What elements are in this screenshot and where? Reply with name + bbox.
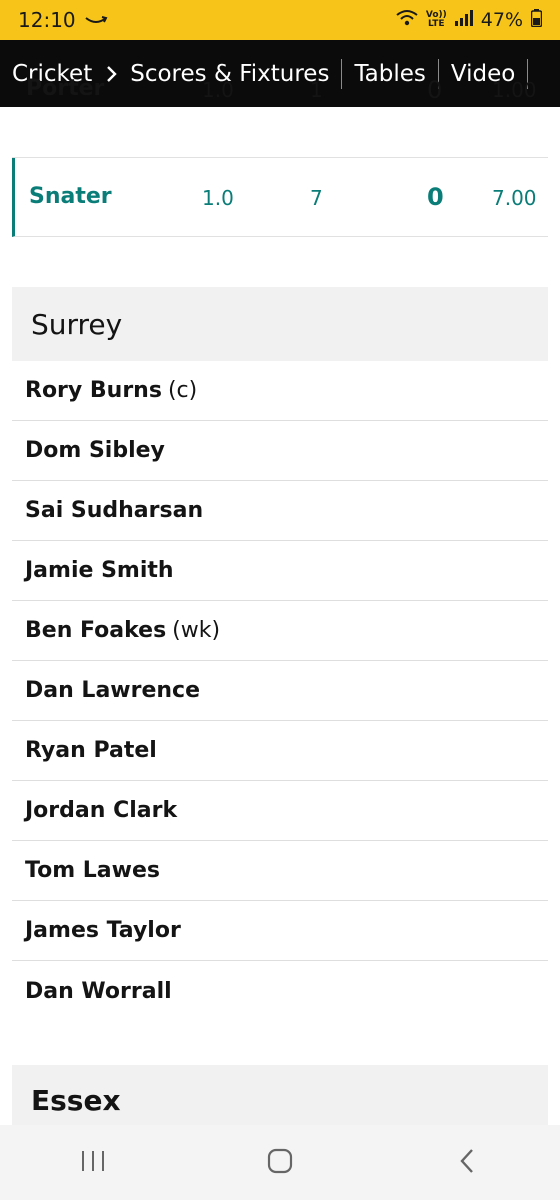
home-icon [267, 1148, 293, 1178]
player-name: Ryan Patel [25, 738, 157, 763]
back-button[interactable] [437, 1143, 497, 1183]
recent-apps-icon [80, 1149, 106, 1177]
status-right: Vo)) LTE 47% [396, 8, 543, 32]
status-bar: 12:10 Vo)) LTE 47% [0, 0, 560, 40]
list-item[interactable]: Rory Burns (c) [12, 361, 548, 421]
list-item[interactable]: Ben Foakes (wk) [12, 601, 548, 661]
bowler-overs: 1.0 [202, 186, 234, 210]
list-item[interactable]: Dan Lawrence [12, 661, 548, 721]
signal-icon [454, 9, 473, 31]
system-navigation-bar [0, 1125, 560, 1200]
player-name: Jamie Smith [25, 558, 174, 583]
list-item[interactable]: Tom Lawes [12, 841, 548, 901]
status-time: 12:10 [18, 8, 76, 32]
wifi-icon [396, 9, 418, 32]
list-item[interactable]: Jordan Clark [12, 781, 548, 841]
captain-tag: (c) [167, 378, 198, 403]
list-item[interactable]: Dom Sibley [12, 421, 548, 481]
surrey-player-list: Rory Burns (c) Dom Sibley Sai Sudharsan J… [0, 361, 560, 1021]
recent-apps-button[interactable] [63, 1143, 123, 1183]
list-item[interactable]: Ryan Patel [12, 721, 548, 781]
notification-icon [84, 8, 108, 32]
back-icon [459, 1148, 475, 1178]
bowler-overs: 1.0 [202, 78, 234, 102]
list-item[interactable]: Dan Worrall [12, 961, 548, 1021]
bowler-economy: 1.00 [492, 78, 537, 102]
player-name: Dan Worrall [25, 978, 172, 1004]
bowler-wickets: 0 [427, 76, 443, 104]
player-name: Ben Foakes [25, 618, 167, 643]
wicketkeeper-tag: (wk) [172, 618, 221, 643]
player-name: Tom Lawes [25, 858, 160, 883]
bowler-runs: 1 [310, 78, 323, 102]
player-name: Jordan Clark [25, 798, 178, 823]
volte-icon: Vo)) LTE [426, 11, 447, 29]
team-header-surrey: Surrey [12, 287, 548, 361]
list-item[interactable]: James Taylor [12, 901, 548, 961]
player-name: Sai Sudharsan [25, 498, 204, 523]
player-name: Dan Lawrence [25, 678, 201, 703]
list-item[interactable]: Jamie Smith [12, 541, 548, 601]
player-name: Dom Sibley [25, 438, 165, 463]
home-button[interactable] [250, 1143, 310, 1183]
bowling-row-porter: Porter 1.0 1 0 1.00 [12, 76, 548, 158]
player-name: James Taylor [25, 918, 181, 943]
bowler-runs: 7 [310, 186, 323, 210]
bowling-row-snater: Snater 1.0 7 0 7.00 [12, 158, 548, 237]
player-name: Rory Burns [25, 378, 162, 403]
status-left: 12:10 [18, 8, 108, 32]
list-item[interactable]: Sai Sudharsan [12, 481, 548, 541]
bowler-name[interactable]: Porter [26, 76, 104, 101]
bowler-economy: 7.00 [492, 186, 537, 210]
battery-icon [530, 8, 543, 32]
bowler-wickets: 0 [427, 183, 444, 211]
volte-bottom: LTE [428, 19, 445, 29]
battery-percent: 47% [480, 9, 523, 31]
scorecard-content: Porter 1.0 1 0 1.00 Snater 1.0 7 0 7.00 … [0, 76, 560, 1135]
bowler-name[interactable]: Snater [29, 184, 112, 209]
